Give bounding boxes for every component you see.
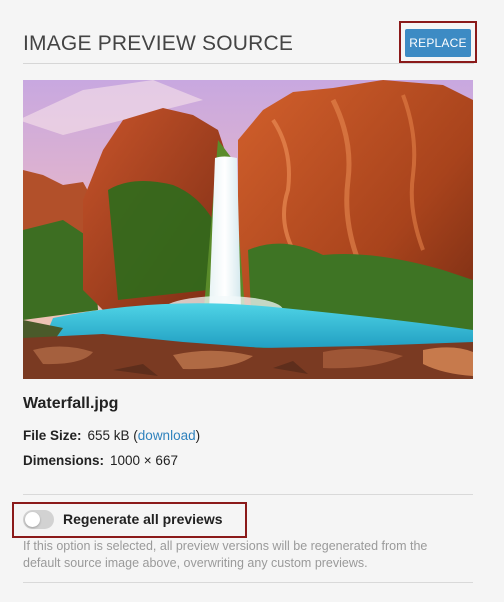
image-preview-source-panel: IMAGE PREVIEW SOURCE REPLACE Waterfall.j… [0,0,504,602]
dimensions-label: Dimensions: [23,453,105,468]
file-size-value: 655 kB [87,428,130,443]
dimensions-row: Dimensions: 1000 × 667 [23,453,178,468]
regenerate-toggle[interactable] [23,510,54,529]
file-name: Waterfall.jpg [23,395,119,412]
dimensions-value: 1000 × 667 [110,453,178,468]
divider-bottom [23,582,473,583]
waterfall-image [23,80,473,379]
divider-top [23,494,473,495]
toggle-knob [25,512,40,527]
file-size-label: File Size: [23,428,82,443]
section-title: IMAGE PREVIEW SOURCE [23,32,294,55]
regenerate-label: Regenerate all previews [63,511,223,527]
download-link[interactable]: download [138,428,196,443]
image-preview [23,80,473,379]
file-size-row: File Size: 655 kB (download) [23,428,201,443]
regenerate-help-text: If this option is selected, all preview … [23,539,428,570]
replace-button[interactable]: REPLACE [405,29,471,57]
